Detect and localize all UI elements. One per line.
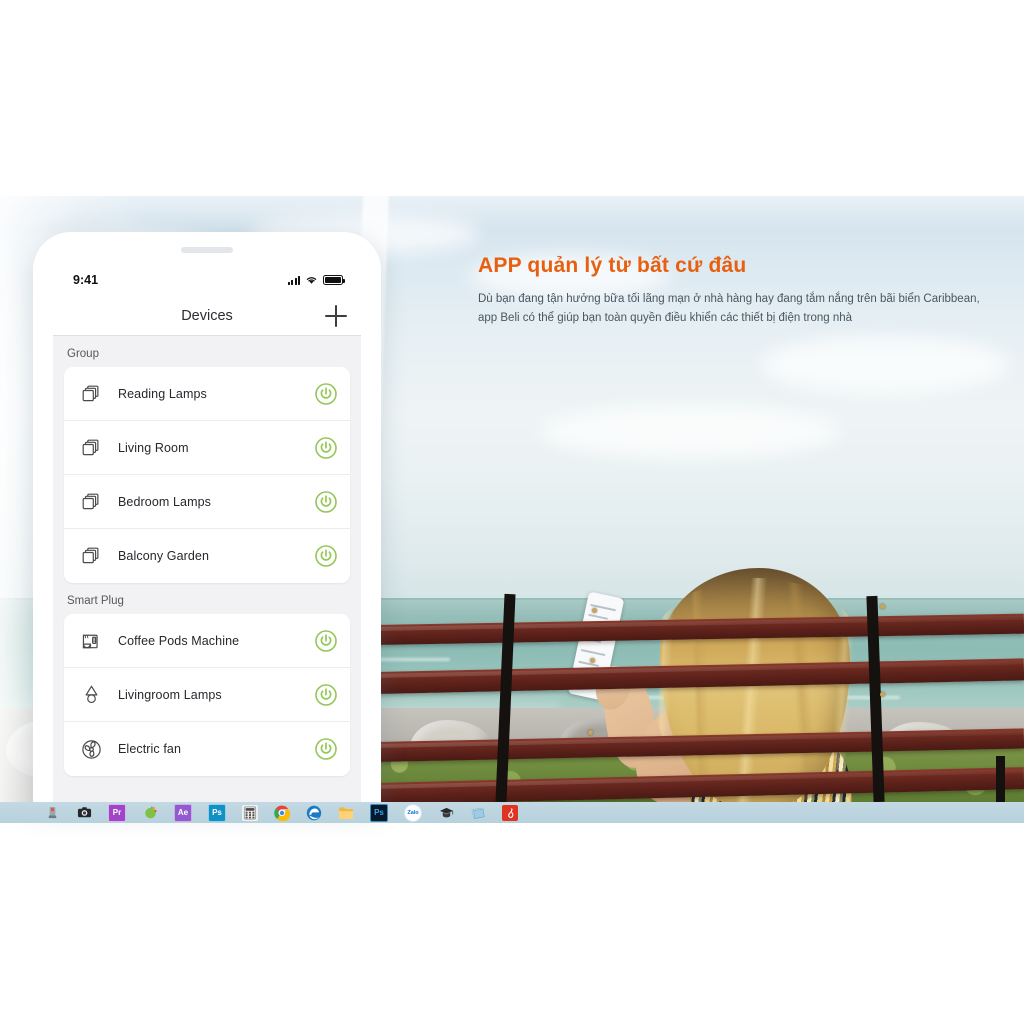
battery-full-icon (323, 275, 345, 285)
stacked-squares-icon (74, 491, 108, 513)
stacked-squares-icon (74, 545, 108, 567)
stacked-squares-icon (74, 383, 108, 405)
cloud (540, 406, 840, 458)
group-card: Reading Lamps Living Room Bedroom Lamps … (64, 367, 350, 583)
section-header-group: Group (67, 348, 99, 360)
power-icon[interactable] (314, 490, 338, 514)
list-item[interactable]: Livingroom Lamps (64, 668, 350, 722)
microsoft-edge-icon[interactable] (306, 805, 322, 821)
adobe-premiere-icon[interactable]: Pr (108, 803, 126, 822)
section-header-smart-plug: Smart Plug (67, 595, 124, 607)
phone-mockup: 9:41 Devices Group Reading Lamps Living … (33, 232, 381, 807)
bench-bolt (880, 604, 885, 609)
bench-bolt (590, 658, 595, 663)
usb-drive-icon[interactable] (44, 805, 60, 821)
photoshop-label: Ps (212, 808, 222, 817)
cloud (760, 336, 1010, 394)
page-title: APP quản lý từ bất cứ đâu (478, 254, 747, 277)
power-icon[interactable] (314, 629, 338, 653)
power-icon[interactable] (314, 544, 338, 568)
list-item[interactable]: Balcony Garden (64, 529, 350, 583)
device-name: Living Room (118, 440, 189, 455)
google-chrome-icon[interactable] (274, 805, 290, 821)
phone-screen: 9:41 Devices Group Reading Lamps Living … (53, 263, 361, 807)
aftereffects-label: Ae (177, 808, 189, 817)
photoshop-dark-label: Ps (374, 808, 384, 817)
premiere-label: Pr (112, 808, 122, 817)
device-name: Electric fan (118, 742, 182, 756)
device-name: Reading Lamps (118, 386, 207, 401)
smart-plug-card: Coffee Pods Machine Livingroom Lamps Ele… (64, 614, 350, 776)
adobe-aftereffects-icon[interactable]: Ae (174, 803, 192, 822)
hair-strands (648, 578, 866, 802)
bench-bolt (880, 692, 885, 697)
zalo-label: Zalo (407, 809, 419, 816)
zalo-icon[interactable]: Zalo (404, 803, 422, 822)
bench-bolt (592, 608, 597, 613)
windows-taskbar[interactable]: Pr Ae Ps Ps Zalo (0, 802, 1024, 823)
camera-icon[interactable] (76, 805, 92, 821)
power-icon[interactable] (314, 683, 338, 707)
status-time: 9:41 (73, 273, 99, 287)
list-item[interactable]: Coffee Pods Machine (64, 614, 350, 668)
adobe-photoshop-dark-icon[interactable]: Ps (370, 803, 388, 822)
table-lamp-icon (74, 683, 108, 706)
stacked-squares-icon (74, 437, 108, 459)
calculator-icon[interactable] (242, 804, 258, 821)
status-bar: 9:41 (53, 263, 361, 297)
red-app-icon[interactable] (502, 804, 518, 821)
fan-icon (74, 738, 108, 761)
banner-copy: APP quản lý từ bất cứ đâu Dù bạn đang tậ… (478, 254, 998, 328)
blue-folder-icon[interactable] (470, 805, 486, 821)
coffee-machine-icon (74, 629, 108, 652)
wifi-icon (306, 277, 317, 284)
list-item[interactable]: Reading Lamps (64, 367, 350, 421)
bench-bolt (588, 730, 593, 735)
colorful-app-icon[interactable] (142, 805, 158, 821)
power-icon[interactable] (314, 382, 338, 406)
plus-icon[interactable] (325, 305, 347, 327)
signal-bars-icon (287, 275, 300, 285)
list-item[interactable]: Bedroom Lamps (64, 475, 350, 529)
navigation-bar: Devices (53, 297, 361, 336)
banner-description: Dù bạn đang tận hưởng bữa tối lãng mạn ở… (478, 293, 980, 324)
device-name: Balcony Garden (118, 549, 210, 563)
device-name: Livingroom Lamps (118, 687, 222, 702)
bench-leg (996, 756, 1005, 802)
status-icons (287, 275, 345, 285)
power-icon[interactable] (314, 737, 338, 761)
phone-speaker (181, 247, 233, 253)
list-item[interactable]: Electric fan (64, 722, 350, 776)
graduation-cap-icon[interactable] (438, 805, 454, 821)
power-icon[interactable] (314, 436, 338, 460)
list-item[interactable]: Living Room (64, 421, 350, 475)
screen-title: Devices (181, 308, 233, 324)
file-explorer-icon[interactable] (338, 805, 354, 821)
device-list[interactable]: Group Reading Lamps Living Room Bedroom … (53, 336, 361, 807)
device-name: Coffee Pods Machine (118, 633, 240, 648)
device-name: Bedroom Lamps (118, 494, 212, 509)
adobe-photoshop-icon[interactable]: Ps (208, 803, 226, 822)
